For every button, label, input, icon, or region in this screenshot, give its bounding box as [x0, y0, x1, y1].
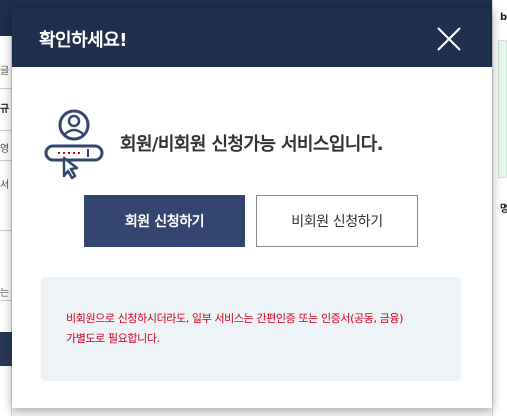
background-text-fragment: 는	[0, 288, 10, 299]
background-text-fragment: 서	[0, 180, 10, 191]
notice-line: 비회원으로 신청하시더라도, 일부 서비스는 간편인증 또는 인증서(공동, 금…	[66, 312, 403, 325]
confirm-modal: 확인하세요! 회원/비회원 신청가능 서비스입니다. 회원 신청하기 비회원 신…	[12, 8, 492, 408]
background-text-fragment: 글	[0, 66, 10, 77]
user-sign-up-icon	[44, 108, 106, 180]
notice-text: 비회원으로 신청하시더라도, 일부 서비스는 간편인증 또는 인증서(공동, 금…	[66, 309, 446, 349]
guest-apply-button[interactable]: 비회원 신청하기	[256, 195, 418, 247]
notice-line: 가별도로 필요합니다.	[66, 332, 160, 345]
background-text-fragment: b	[500, 12, 507, 23]
background-text-fragment: 명	[500, 204, 507, 215]
close-button[interactable]	[432, 22, 466, 56]
background-text-fragment: 영	[0, 144, 10, 155]
background-dark-button	[0, 332, 12, 366]
notice-box: 비회원으로 신청하시더라도, 일부 서비스는 간편인증 또는 인증서(공동, 금…	[41, 277, 461, 381]
background-text-fragment: 규	[0, 104, 10, 115]
info-row: 회원/비회원 신청가능 서비스입니다.	[44, 108, 464, 180]
close-icon	[437, 27, 461, 51]
modal-title: 확인하세요!	[39, 30, 128, 51]
modal-header: 확인하세요!	[12, 8, 492, 67]
service-info-text: 회원/비회원 신청가능 서비스입니다.	[120, 134, 384, 155]
background-green-panel	[498, 40, 507, 178]
member-apply-button[interactable]: 회원 신청하기	[84, 195, 245, 247]
